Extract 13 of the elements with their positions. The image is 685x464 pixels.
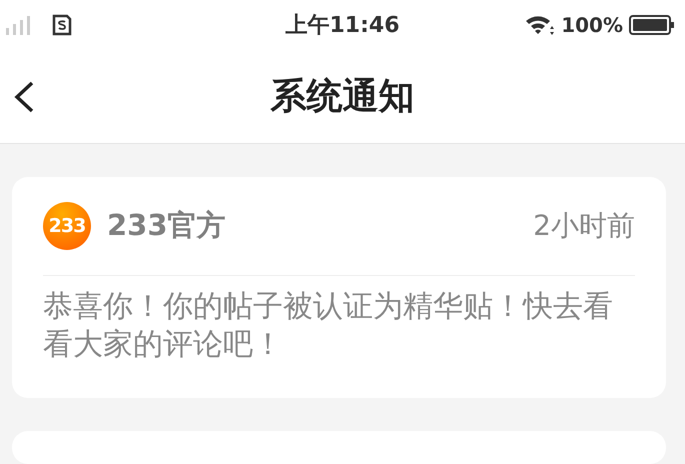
notice-time: 2小时前 <box>533 208 635 244</box>
back-icon[interactable] <box>12 80 36 114</box>
avatar-logo: 233 <box>43 202 91 250</box>
sender-name: 233官方 <box>107 207 226 244</box>
signal-icon <box>6 14 32 36</box>
notice-card[interactable]: 233 233官方 2小时前 恭喜你！你的帖子被认证为精华贴！快去看看大家的评论吧！ <box>12 177 666 398</box>
notice-message: 恭喜你！你的帖子被认证为精华贴！快去看看大家的评论吧！ <box>43 288 614 364</box>
battery-percent: 100% <box>561 13 623 37</box>
clock-time: 上午11:46 <box>285 13 400 38</box>
wifi-icon <box>525 14 556 36</box>
sim-icon <box>52 14 72 36</box>
battery-icon <box>629 14 675 36</box>
page-title: 系统通知 <box>270 75 414 119</box>
